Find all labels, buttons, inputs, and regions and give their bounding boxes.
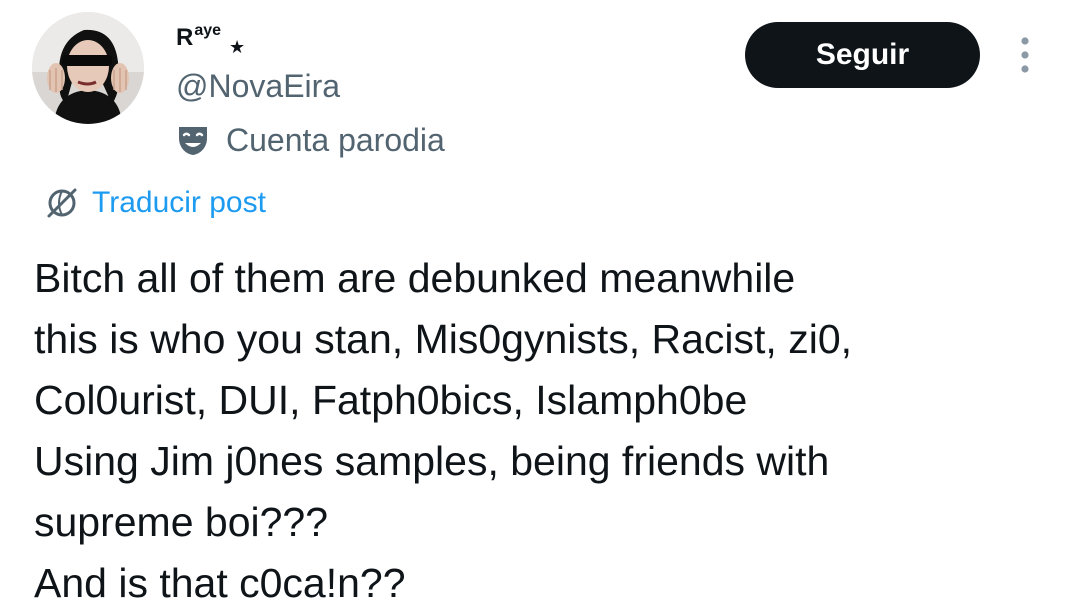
globe-icon [47, 188, 77, 218]
translate-post-label: Traducir post [92, 186, 266, 219]
author-display-name[interactable]: Raye ★ [176, 16, 246, 57]
theater-mask-icon [179, 127, 207, 155]
avatar-image [32, 12, 144, 124]
author-name-symbol: ★ [229, 37, 246, 57]
post-text: Bitch all of them are debunked meanwhile… [34, 255, 853, 606]
translate-post-link[interactable]: Traducir post [44, 182, 266, 224]
parody-account-badge: Cuenta parodia [176, 118, 445, 162]
author-name-initial: R [176, 24, 194, 51]
author-handle[interactable]: @NovaEira [176, 68, 340, 105]
avatar[interactable] [32, 12, 144, 124]
follow-button[interactable]: Seguir [745, 22, 980, 88]
more-vertical-icon[interactable] [1008, 34, 1042, 76]
parody-account-label: Cuenta parodia [226, 121, 445, 158]
author-name-rest: aye [194, 22, 222, 39]
